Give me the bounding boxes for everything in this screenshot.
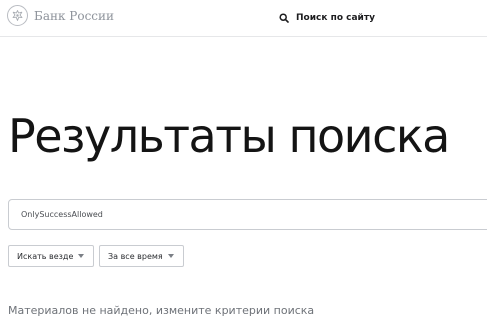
empty-results-message: Материалов не найдено, измените критерии… [8,304,315,317]
header-divider [0,36,487,37]
site-search-label: Поиск по сайту [296,12,375,23]
scope-filter-label: Искать везде [17,251,74,261]
search-icon [279,8,289,27]
page: Банк России Поиск по сайту Результаты по… [0,0,487,328]
site-search-link[interactable]: Поиск по сайту [279,8,375,27]
chevron-down-icon [168,254,174,258]
period-filter-label: За все время [108,251,163,261]
chevron-down-icon [78,254,84,258]
site-logo[interactable]: Банк России [7,5,114,26]
period-filter-dropdown[interactable]: За все время [99,245,184,267]
eagle-emblem-icon [7,5,28,26]
logo-text: Банк России [34,8,115,23]
scope-filter-dropdown[interactable]: Искать везде [8,245,94,267]
page-title: Результаты поиска [8,109,450,163]
search-query-input[interactable] [8,199,487,230]
